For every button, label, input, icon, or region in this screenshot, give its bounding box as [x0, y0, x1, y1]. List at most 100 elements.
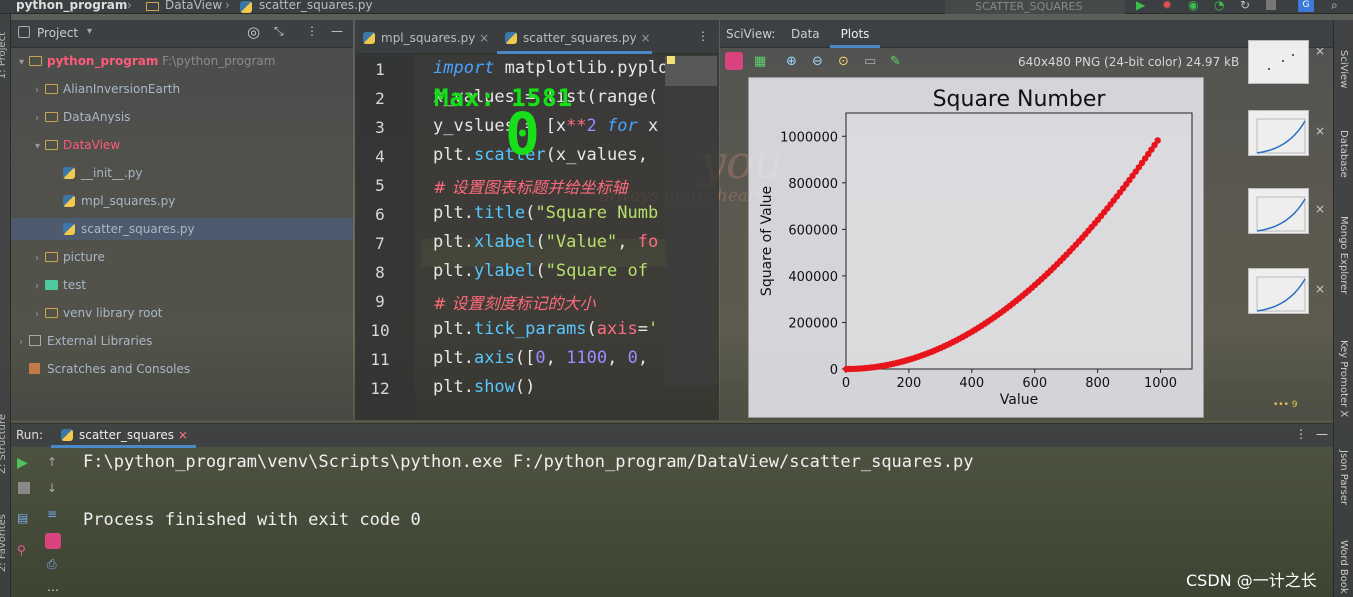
hide-icon[interactable]: — [331, 24, 343, 38]
search-everywhere-icon[interactable]: ⌕ [1331, 0, 1338, 13]
coverage-icon[interactable]: ◉ [1188, 0, 1198, 12]
inspection-indicator-icon[interactable] [667, 56, 675, 64]
x-tick-label: 400 [959, 376, 984, 391]
code-line[interactable]: # 设置刻度标记的大小 [433, 290, 665, 314]
close-icon[interactable]: × [1315, 124, 1325, 138]
key-promoter-tool-tab[interactable]: Key Promoter X [1338, 340, 1349, 417]
translate-icon[interactable]: G [1298, 0, 1314, 12]
tab-data[interactable]: Data [791, 27, 820, 41]
python-file-icon [63, 195, 75, 207]
tree-item-file[interactable]: mpl_squares.py [63, 190, 175, 212]
more-plots-indicator[interactable]: ••• 9 [1273, 400, 1298, 410]
plot-thumbnail[interactable] [1248, 40, 1309, 84]
scroll-down-icon[interactable]: ↓ [47, 481, 57, 495]
delete-icon[interactable]: ⋯ [47, 583, 59, 597]
plot-thumbnail[interactable] [1248, 268, 1309, 314]
python-file-icon [63, 167, 75, 179]
run-config-select[interactable]: SCATTER_SQUARES [945, 0, 1125, 14]
plot-thumbnail[interactable] [1248, 188, 1309, 234]
close-icon[interactable]: × [640, 31, 650, 45]
code-line[interactable]: plt.xlabel("Value", fo [433, 232, 665, 252]
code-line[interactable]: plt.ylabel("Square of [433, 261, 665, 281]
tree-item-folder[interactable]: › test [35, 274, 86, 296]
favorites-tool-tab[interactable]: 2: Favorites [0, 514, 8, 572]
code-line[interactable]: plt.scatter(x_values, [433, 145, 665, 165]
line-number: 8 [375, 263, 385, 282]
code-line[interactable]: plt.title("Square Numb [433, 203, 665, 223]
code-line[interactable]: import matplotlib.pyplot [433, 58, 665, 78]
stop-icon[interactable] [18, 482, 30, 494]
navigation-bar: python_program › DataView › scatter_squa… [0, 0, 1353, 14]
fit-icon[interactable]: ▭ [864, 54, 878, 69]
options-icon[interactable]: ⋮ [306, 24, 318, 38]
database-tool-tab[interactable]: Database [1338, 130, 1349, 178]
test-folder-icon [45, 280, 58, 290]
line-number: 11 [370, 350, 390, 369]
scroll-up-icon[interactable]: ↑ [47, 455, 57, 469]
tab-list-icon[interactable]: ⋮ [697, 29, 709, 43]
scroll-to-end-icon[interactable] [45, 533, 61, 549]
tree-item-folder[interactable]: › DataAnysis [35, 106, 130, 128]
close-icon[interactable]: × [479, 31, 489, 45]
structure-tool-tab[interactable]: Z: Structure [0, 414, 8, 474]
attach-icon[interactable]: ↻ [1240, 0, 1250, 12]
pin-icon[interactable]: ⚲ [17, 543, 26, 557]
tree-item-external-libraries[interactable]: › External Libraries [19, 330, 152, 352]
tab-mpl-squares[interactable]: mpl_squares.py × [355, 20, 495, 54]
breadcrumb-separator: › [225, 0, 230, 12]
code-line[interactable]: plt.show() [433, 377, 665, 397]
project-panel-title[interactable]: Project [37, 26, 78, 40]
breadcrumb-dataview[interactable]: DataView [165, 0, 222, 12]
plot-toggle-icon[interactable] [725, 52, 743, 70]
tree-item-root[interactable]: ▾ python_program F:\python_program [19, 50, 275, 72]
word-book-tool-tab[interactable]: Word Book [1338, 540, 1349, 594]
tree-item-file-selected[interactable]: scatter_squares.py [11, 218, 353, 240]
tab-plots[interactable]: Plots [830, 20, 880, 48]
color-picker-icon[interactable]: ✎ [890, 54, 904, 69]
tree-item-file[interactable]: __init__.py [63, 162, 143, 184]
stop-icon[interactable] [1266, 0, 1276, 10]
code-editor: mpl_squares.py × scatter_squares.py × ⋮ … [355, 20, 719, 420]
mongo-explorer-tool-tab[interactable]: Mongo Explorer [1338, 216, 1349, 294]
project-tool-tab[interactable]: 1: Project [0, 32, 8, 79]
close-icon[interactable]: × [1315, 282, 1325, 296]
run-icon[interactable]: ▶ [1136, 0, 1145, 12]
tree-item-folder[interactable]: ▾ DataView [35, 134, 120, 156]
sciview-tool-tab[interactable]: SciView [1338, 50, 1349, 88]
debug-icon[interactable]: ✹ [1162, 0, 1172, 12]
grid-icon[interactable]: ▦ [754, 54, 768, 69]
run-tab-scatter-squares[interactable]: scatter_squares × [51, 424, 196, 448]
code-line[interactable]: plt.axis([0, 1100, 0, [433, 348, 665, 368]
json-parser-tool-tab[interactable]: Json Parser [1338, 450, 1349, 505]
plot-thumbnail[interactable] [1248, 110, 1309, 156]
zoom-out-icon[interactable]: ⊖ [812, 54, 826, 69]
options-icon[interactable]: ⋮ [1295, 427, 1307, 441]
hide-icon[interactable]: — [1316, 427, 1328, 441]
tree-item-folder[interactable]: › picture [35, 246, 105, 268]
close-icon[interactable]: × [1315, 44, 1325, 58]
tree-item-folder[interactable]: › AlianInversionEarth [35, 78, 180, 100]
close-icon[interactable]: × [1315, 202, 1325, 216]
rerun-icon[interactable]: ▶ [17, 455, 28, 471]
breadcrumb-file[interactable]: scatter_squares.py [259, 0, 373, 12]
plot-image[interactable]: 0 200 400 600 800 1000 0 200000 400000 600000 8000… [748, 77, 1204, 418]
editor-minimap[interactable] [665, 56, 717, 386]
code-line[interactable]: # 设置图表标题并给坐标轴 [433, 174, 665, 198]
code-line[interactable]: y_vslues = [x**2 for x [433, 116, 665, 136]
actual-size-icon[interactable]: ⊙ [838, 54, 852, 69]
tree-item-scratches[interactable]: Scratches and Consoles [29, 358, 190, 380]
print-icon[interactable]: ⎙ [47, 557, 57, 572]
breadcrumb-project[interactable]: python_program [16, 0, 127, 12]
profile-icon[interactable]: ◔ [1214, 0, 1224, 12]
soft-wrap-icon[interactable]: ≡ [47, 507, 57, 521]
chevron-down-icon[interactable]: ▾ [87, 26, 92, 37]
collapse-all-icon[interactable]: ⤡ [274, 24, 284, 39]
zoom-in-icon[interactable]: ⊕ [786, 54, 800, 69]
library-icon [29, 335, 41, 346]
layout-icon[interactable]: ▤ [17, 511, 28, 525]
code-line[interactable]: plt.tick_params(axis=' [433, 319, 665, 339]
tab-scatter-squares[interactable]: scatter_squares.py × [497, 20, 652, 54]
close-icon[interactable]: × [178, 428, 188, 442]
locate-icon[interactable]: ◎ [247, 23, 260, 41]
tree-item-folder[interactable]: › venv library root [35, 302, 163, 324]
